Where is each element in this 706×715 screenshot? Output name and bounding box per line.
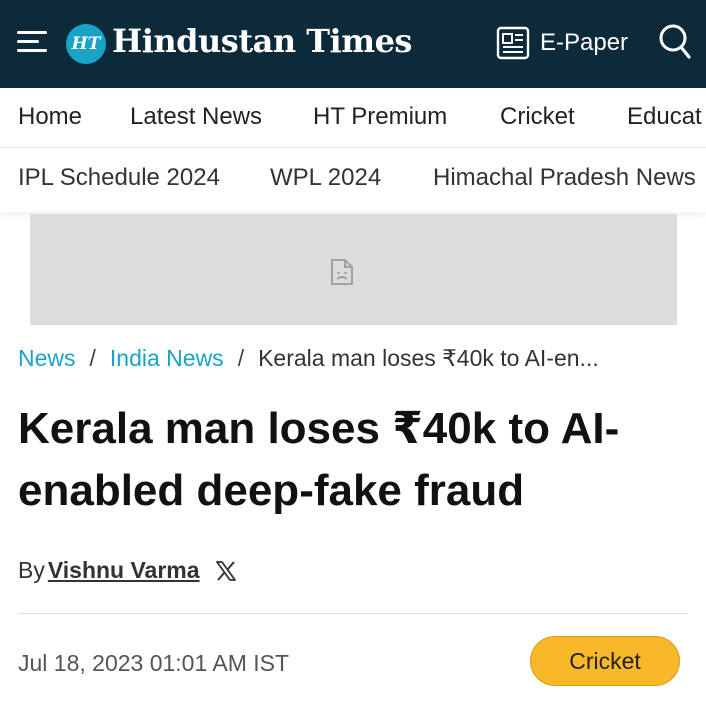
top-header: HT Hindustan Times E-Paper — [0, 0, 706, 88]
article-timestamp: Jul 18, 2023 01:01 AM IST — [18, 650, 290, 676]
byline: By Vishnu Varma — [18, 557, 238, 584]
breadcrumb-current: Kerala man loses ₹40k to AI-en... — [258, 345, 599, 371]
secondary-nav: IPL Schedule 2024 WPL 2024 Himachal Prad… — [0, 148, 706, 212]
breadcrumb: News / India News / Kerala man loses ₹40k to… — [18, 345, 698, 372]
nav-item-ipl-schedule[interactable]: IPL Schedule 2024 — [18, 164, 220, 192]
divider — [18, 613, 688, 614]
epaper-button[interactable]: E-Paper — [496, 26, 628, 60]
breadcrumb-separator: / — [89, 345, 96, 371]
site-logo[interactable]: Hindustan Times — [112, 22, 412, 60]
nav-item-ht-premium[interactable]: HT Premium — [313, 103, 447, 131]
category-tag-cricket[interactable]: Cricket — [530, 636, 680, 686]
epaper-icon — [496, 26, 530, 60]
nav-item-himachal-news[interactable]: Himachal Pradesh News — [433, 164, 696, 192]
x-social-icon[interactable] — [214, 559, 238, 583]
breadcrumb-india-news[interactable]: India News — [110, 345, 224, 371]
hamburger-menu-icon[interactable] — [17, 31, 47, 53]
breadcrumb-news[interactable]: News — [18, 345, 76, 371]
nav-item-wpl[interactable]: WPL 2024 — [270, 164, 381, 192]
article-headline: Kerala man loses ₹40k to AI-enabled deep… — [18, 404, 620, 515]
nav-item-latest-news[interactable]: Latest News — [130, 103, 262, 131]
nav-item-cricket[interactable]: Cricket — [500, 103, 575, 131]
primary-nav: Home Latest News HT Premium Cricket Educ… — [0, 88, 706, 148]
breadcrumb-separator: / — [237, 345, 245, 371]
byline-prefix: By — [18, 557, 45, 583]
epaper-label: E-Paper — [540, 29, 629, 56]
nav-item-education[interactable]: Educat — [627, 103, 702, 131]
search-icon[interactable] — [658, 23, 692, 61]
nav-item-home[interactable]: Home — [18, 103, 82, 131]
ht-logo-badge[interactable]: HT — [66, 24, 106, 64]
broken-image-icon — [331, 259, 353, 285]
author-link[interactable]: Vishnu Varma — [48, 557, 200, 584]
